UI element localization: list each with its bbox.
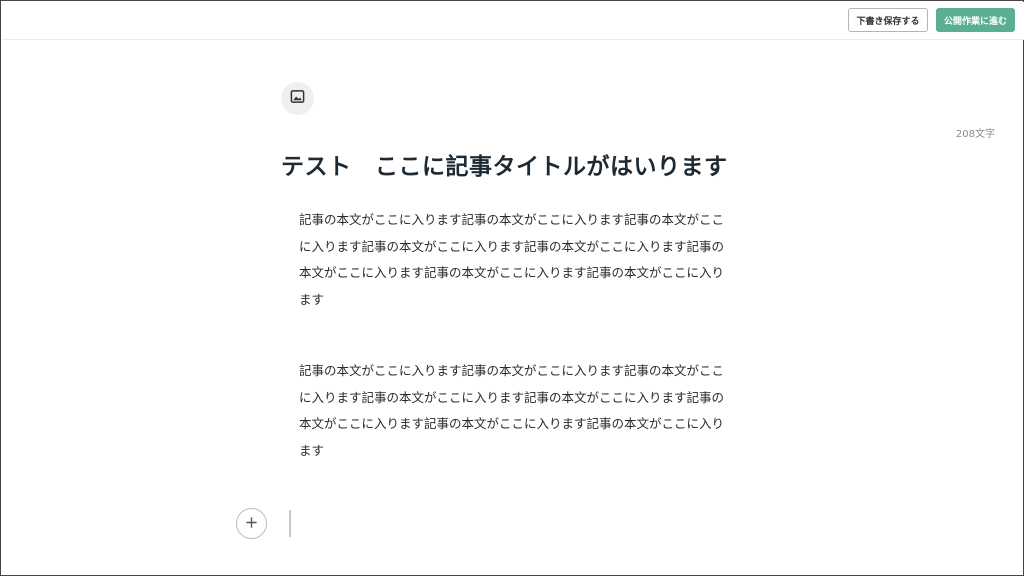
- add-header-image-button[interactable]: [281, 82, 314, 115]
- character-count: 208文字: [955, 129, 995, 140]
- article-title[interactable]: テスト ここに記事タイトルがはいります: [281, 147, 781, 181]
- body-paragraph[interactable]: 記事の本文がここに入ります記事の本文がここに入ります記事の本文がここに入ります記…: [299, 358, 724, 464]
- body-paragraph[interactable]: 記事の本文がここに入ります記事の本文がここに入ります記事の本文がここに入ります記…: [299, 207, 724, 313]
- save-draft-button[interactable]: 下書き保存する: [848, 8, 928, 32]
- publish-button[interactable]: 公開作業に進む: [936, 8, 1015, 32]
- add-block-button[interactable]: [236, 508, 267, 539]
- plus-icon: [245, 514, 258, 533]
- editor-window: 下書き保存する 公開作業に進む 208文字 テスト ここに記事タイトルがはいりま…: [0, 0, 1024, 576]
- text-cursor: [289, 510, 291, 537]
- top-bar: 下書き保存する 公開作業に進む: [2, 2, 1024, 40]
- image-icon: [290, 89, 305, 108]
